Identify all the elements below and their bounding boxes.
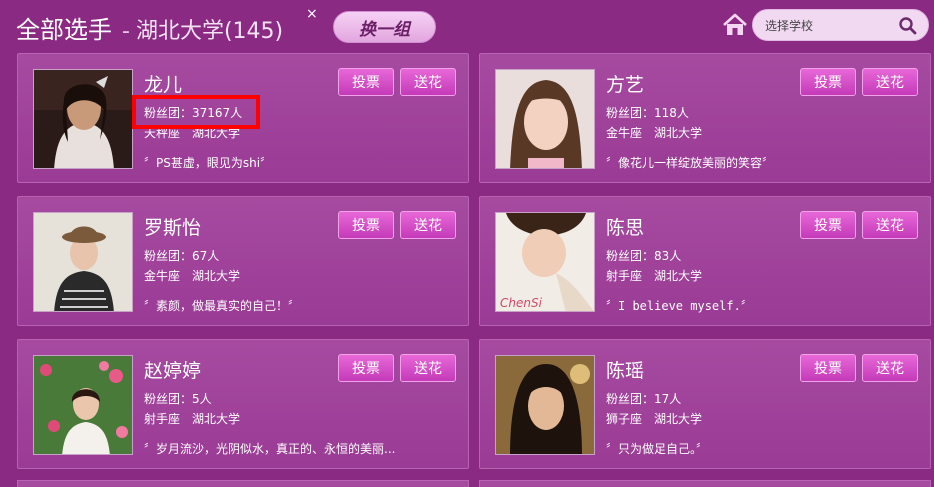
- vote-button[interactable]: 投票: [800, 68, 856, 96]
- contestant-card: 赵婷婷 粉丝团：5人 射手座 湖北大学 〞岁月流沙，光阴似水，真正的、永恒的美丽…: [17, 339, 469, 469]
- contestant-photo[interactable]: [33, 355, 133, 455]
- zodiac-school: 金牛座 湖北大学: [606, 126, 703, 140]
- contestant-name[interactable]: 方艺: [606, 70, 644, 97]
- send-flower-button[interactable]: 送花: [862, 68, 918, 96]
- fan-count: 粉丝团：83人: [606, 249, 682, 263]
- contestant-card: 方艺 粉丝团：118人 金牛座 湖北大学 〞像花儿一样绽放美丽的笑容〞 投票 送…: [479, 53, 931, 183]
- home-icon[interactable]: [722, 12, 748, 38]
- title-label: 全部选手: [16, 16, 112, 44]
- contestant-photo[interactable]: [495, 69, 595, 169]
- zodiac-school: 狮子座 湖北大学: [606, 412, 703, 426]
- search-icon[interactable]: [898, 16, 918, 36]
- next-card-edge: [479, 480, 931, 487]
- contestant-name[interactable]: 赵婷婷: [144, 356, 201, 383]
- fan-count: 粉丝团：17人: [606, 392, 682, 406]
- school-search-input[interactable]: [765, 16, 895, 36]
- send-flower-button[interactable]: 送花: [400, 354, 456, 382]
- contestant-photo[interactable]: [33, 69, 133, 169]
- contestant-quote: 〞素颜，做最真实的自己！〞: [144, 299, 301, 313]
- contestant-quote: 〞PS甚虚，眼见为shi〞: [144, 156, 273, 170]
- zodiac-school: 金牛座 湖北大学: [144, 269, 241, 283]
- zodiac-school: 射手座 湖北大学: [606, 269, 703, 283]
- contestant-quote: 〞I believe myself.〞: [606, 299, 753, 313]
- fan-count: 粉丝团：5人: [144, 392, 212, 406]
- contestant-card: 罗斯怡 粉丝团：67人 金牛座 湖北大学 〞素颜，做最真实的自己！〞 投票 送花: [17, 196, 469, 326]
- send-flower-button[interactable]: 送花: [400, 68, 456, 96]
- school-search-box: [752, 9, 929, 41]
- contestant-quote: 〞只为做足自己。〞: [606, 442, 709, 456]
- school-label: 湖北大学(145): [135, 19, 284, 44]
- vote-button[interactable]: 投票: [338, 354, 394, 382]
- zodiac-school: 射手座 湖北大学: [144, 412, 241, 426]
- contestant-card: 陈瑶 粉丝团：17人 狮子座 湖北大学 〞只为做足自己。〞 投票 送花: [479, 339, 931, 469]
- contestant-photo[interactable]: ChenSi: [495, 212, 595, 312]
- contestant-name[interactable]: 陈瑶: [606, 356, 644, 383]
- vote-button[interactable]: 投票: [800, 354, 856, 382]
- contestant-photo[interactable]: [33, 212, 133, 312]
- fan-count: 粉丝团：118人: [606, 106, 689, 120]
- contestant-quote: 〞像花儿一样绽放美丽的笑容〞: [606, 156, 775, 170]
- contestant-photo[interactable]: [495, 355, 595, 455]
- fan-count: 粉丝团：67人: [144, 249, 220, 263]
- close-school-filter-icon[interactable]: ×: [306, 6, 318, 22]
- title-separator: -: [122, 19, 130, 44]
- contestant-name[interactable]: 龙儿: [144, 70, 182, 97]
- send-flower-button[interactable]: 送花: [862, 354, 918, 382]
- photo-caption: ChenSi: [500, 296, 543, 310]
- send-flower-button[interactable]: 送花: [400, 211, 456, 239]
- vote-button[interactable]: 投票: [338, 211, 394, 239]
- fan-count-highlight: [132, 95, 260, 129]
- send-flower-button[interactable]: 送花: [862, 211, 918, 239]
- next-card-edge: [17, 480, 469, 487]
- header: 全部选手 - 湖北大学(145) × 换一组: [0, 0, 934, 52]
- contestant-name[interactable]: 陈思: [606, 213, 644, 240]
- swap-group-button[interactable]: 换一组: [333, 11, 436, 43]
- page-title: 全部选手 - 湖北大学(145): [16, 10, 283, 45]
- contestant-name[interactable]: 罗斯怡: [144, 213, 201, 240]
- vote-button[interactable]: 投票: [338, 68, 394, 96]
- contestant-card: ChenSi 陈思 粉丝团：83人 射手座 湖北大学 〞I believe my…: [479, 196, 931, 326]
- contestant-quote: 〞岁月流沙，光阴似水，真正的、永恒的美丽...: [144, 442, 396, 456]
- vote-button[interactable]: 投票: [800, 211, 856, 239]
